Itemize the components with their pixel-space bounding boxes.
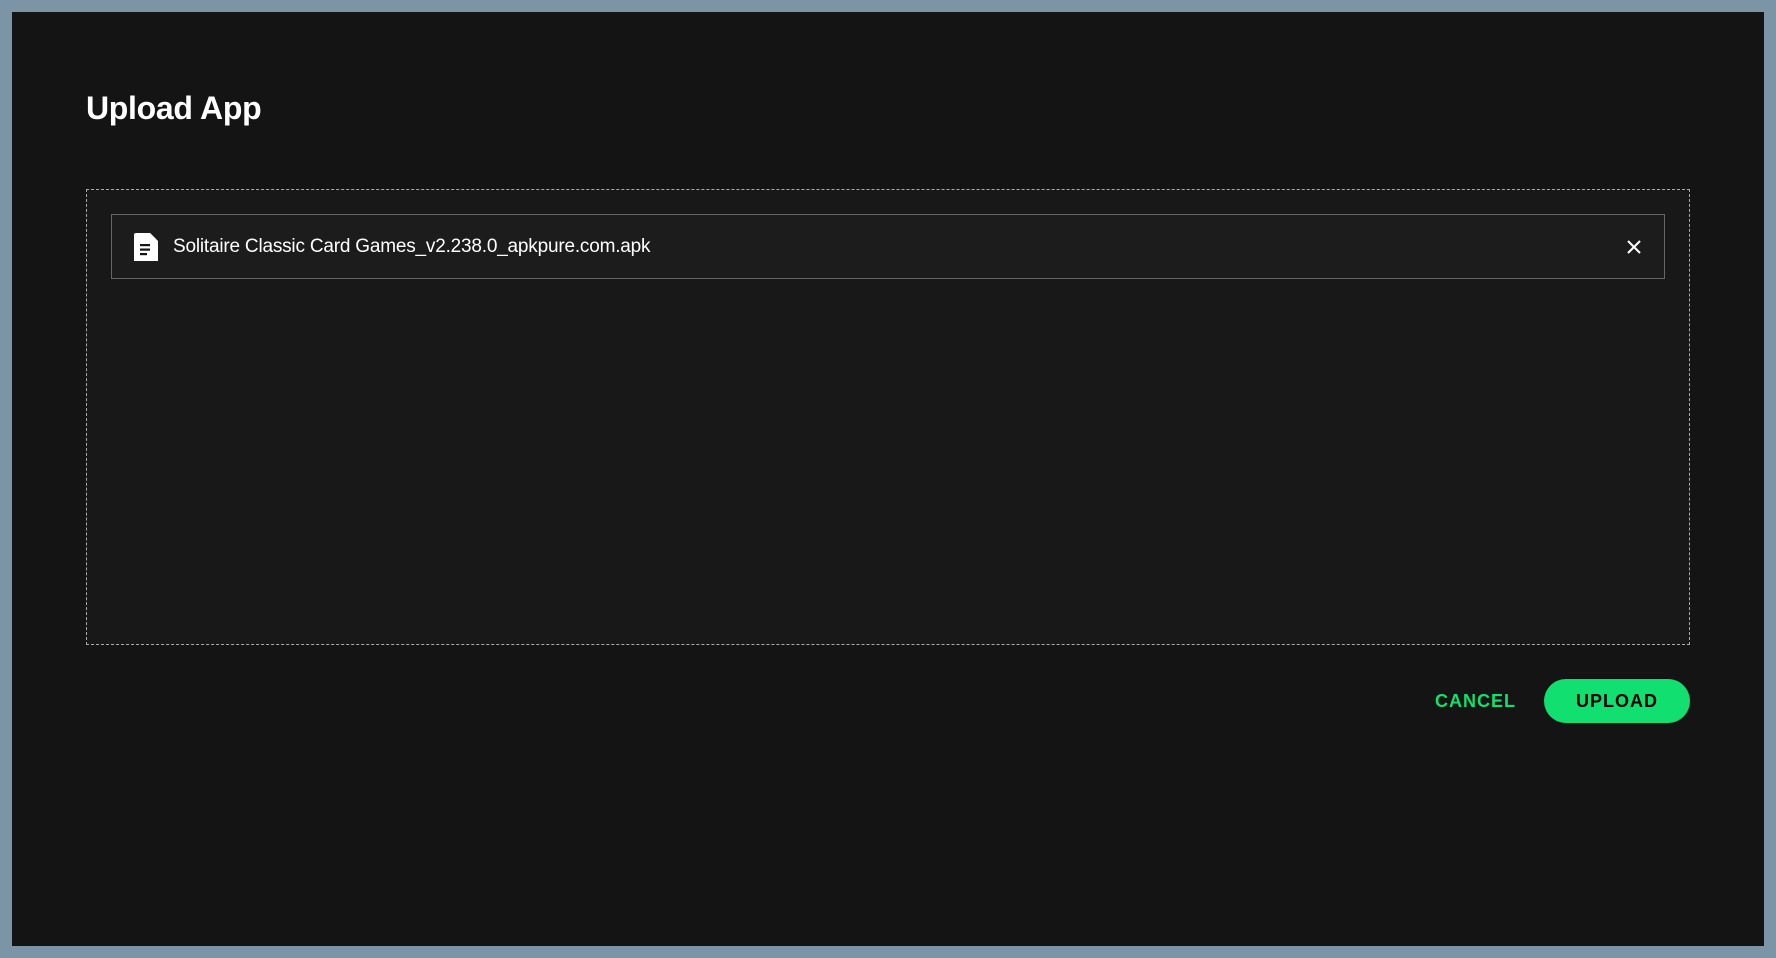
- file-item: Solitaire Classic Card Games_v2.238.0_ap…: [111, 214, 1665, 279]
- dialog-footer: CANCEL UPLOAD: [86, 679, 1690, 723]
- file-dropzone[interactable]: Solitaire Classic Card Games_v2.238.0_ap…: [86, 189, 1690, 645]
- cancel-button[interactable]: CANCEL: [1431, 681, 1520, 722]
- close-icon[interactable]: [1626, 239, 1642, 255]
- dialog-title: Upload App: [86, 90, 1690, 127]
- file-icon: [134, 233, 158, 261]
- upload-dialog: Upload App Solitaire Classic Card Games_…: [12, 12, 1764, 946]
- upload-button[interactable]: UPLOAD: [1544, 679, 1690, 723]
- file-name-label: Solitaire Classic Card Games_v2.238.0_ap…: [173, 236, 1611, 258]
